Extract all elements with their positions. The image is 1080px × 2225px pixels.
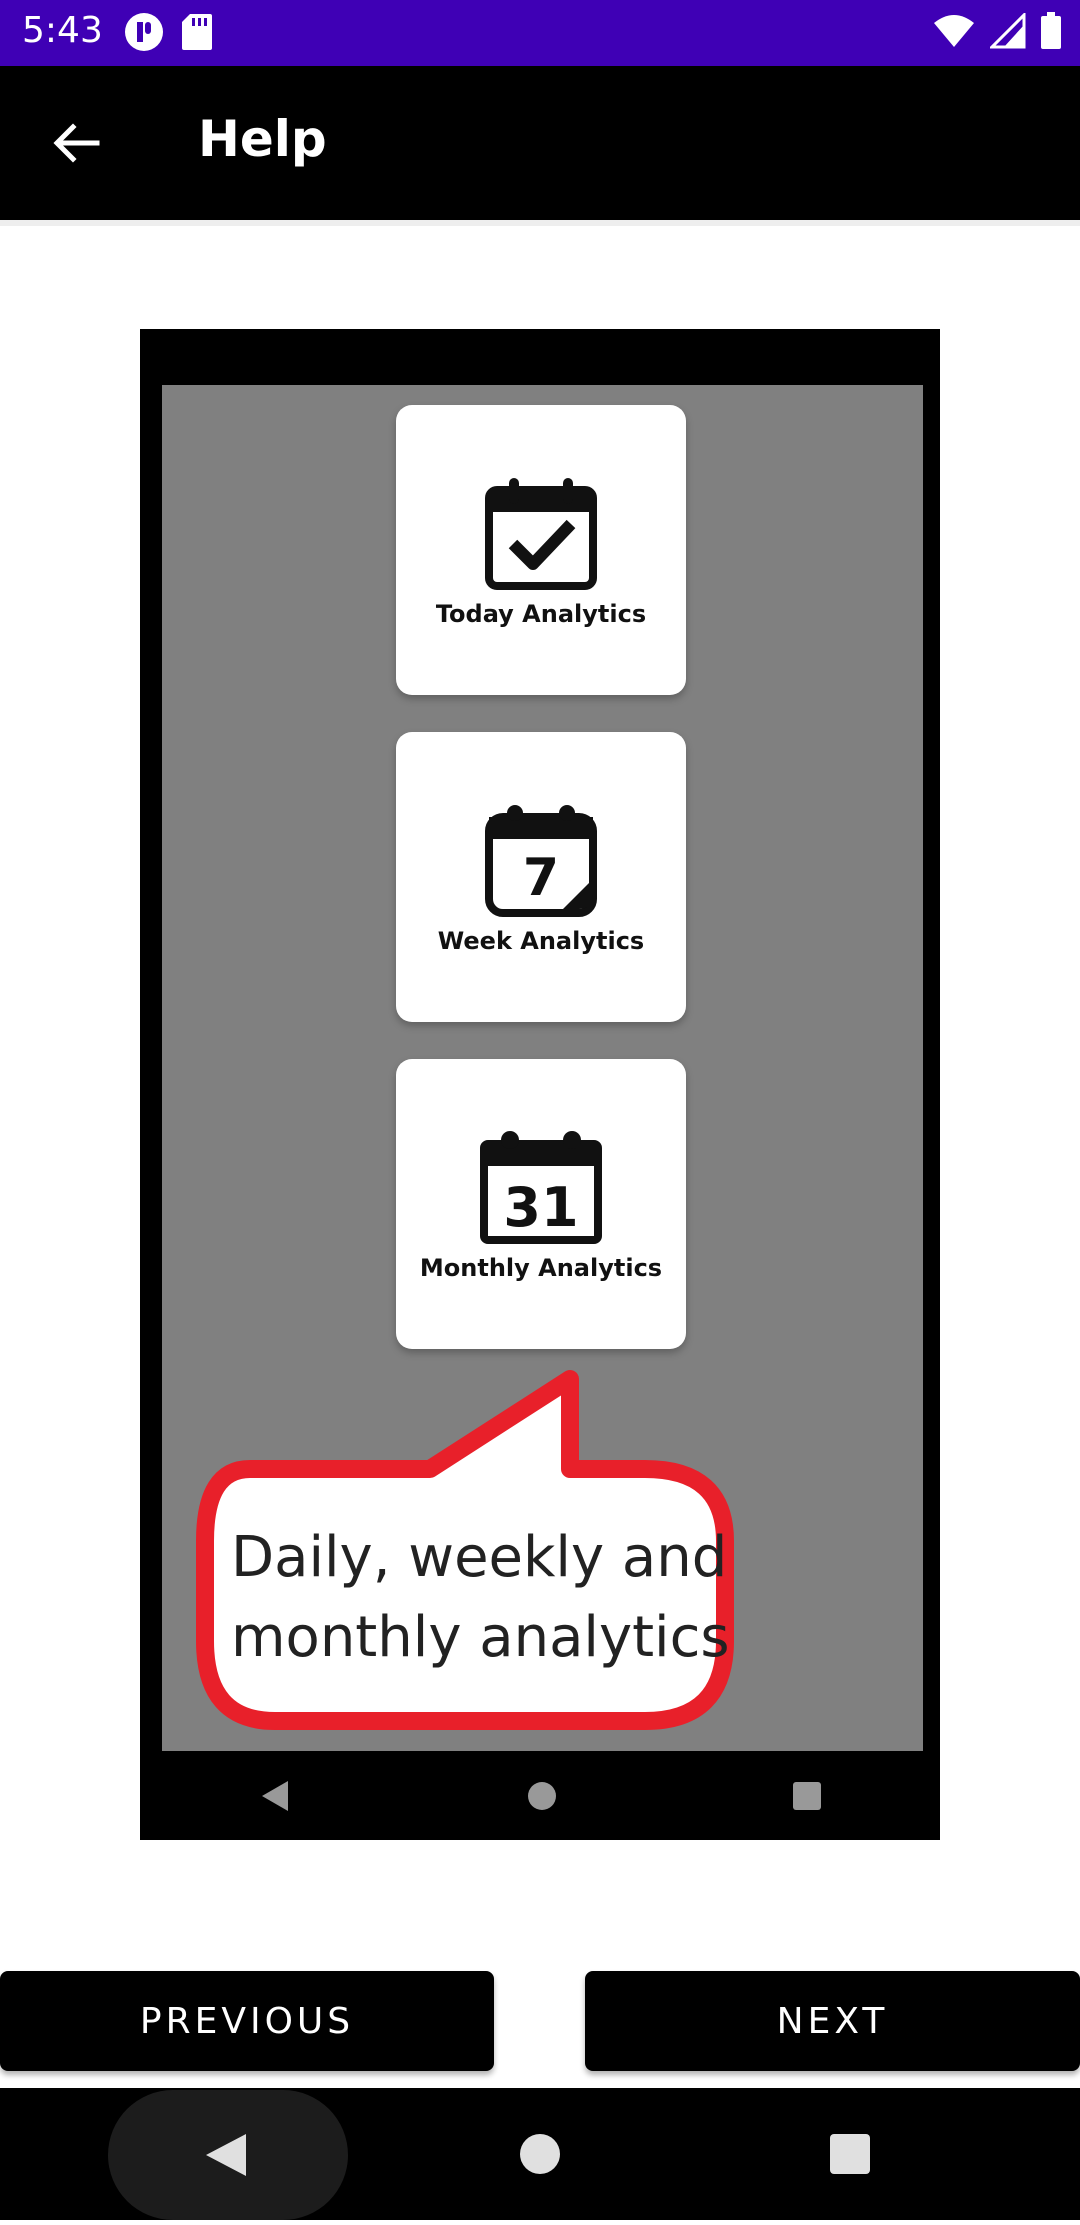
battery-icon [1041,12,1061,49]
back-triangle-icon [206,2134,246,2176]
svg-text:7: 7 [523,848,559,908]
card-label: Week Analytics [437,927,645,955]
nav-back-button[interactable] [108,2090,348,2220]
back-button[interactable] [40,112,114,174]
pocket-icon [125,13,163,51]
week-analytics-card: 7 Week Analytics [396,732,686,1022]
app-bar-divider [0,220,1080,226]
status-left-icons [124,12,214,52]
card-label: Today Analytics [435,600,647,628]
back-triangle-icon [261,1780,288,1811]
callout-line-1: Daily, weekly and [231,1525,728,1590]
callout-text: Daily, weekly and monthly analytics [231,1518,731,1678]
recents-square-icon[interactable] [829,2133,871,2175]
home-circle-icon [527,1781,556,1810]
status-time: 5:43 [22,10,103,51]
status-bar: 5:43 [0,0,1080,66]
previous-button[interactable]: PREVIOUS [0,1971,494,2071]
cell-signal-icon [990,13,1026,49]
arrow-left-icon [53,123,100,163]
monthly-analytics-card: 31 Monthly Analytics [396,1059,686,1349]
page-title: Help [198,110,327,168]
today-analytics-card: Today Analytics [396,405,686,695]
recents-square-icon [793,1781,822,1810]
next-button[interactable]: NEXT [585,1971,1080,2071]
callout-line-2: monthly analytics [231,1605,730,1670]
wifi-icon [934,15,974,47]
calendar-seven-icon: 7 [485,805,597,917]
svg-text:31: 31 [503,1176,578,1239]
status-right-icons [932,12,1062,50]
calendar-check-icon [485,478,597,590]
calendar-31-icon: 31 [480,1131,602,1244]
card-label: Monthly Analytics [419,1254,663,1282]
home-circle-icon[interactable] [519,2133,561,2175]
preview-nav-bar [140,1751,940,1840]
sd-card-icon [182,14,212,50]
app-bar: Help [0,66,1080,220]
